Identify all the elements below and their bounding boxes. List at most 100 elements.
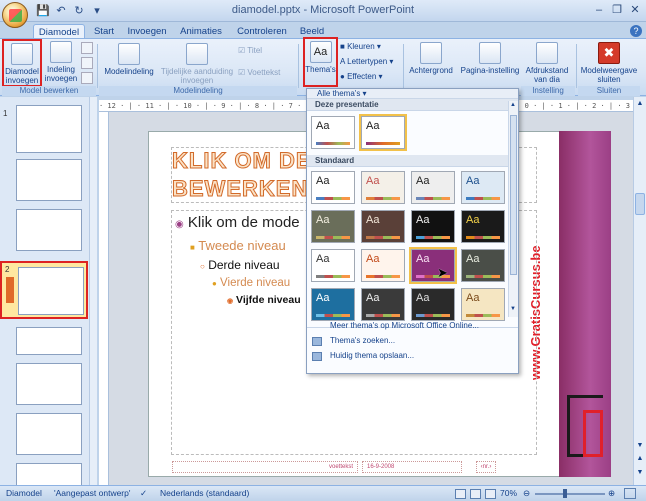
voettekst-checkbox[interactable]: ☑ Voettekst (238, 68, 294, 80)
pagina-instelling-button[interactable]: Pagina-instelling (458, 42, 522, 86)
theme-option[interactable]: Aa (461, 288, 505, 321)
more-themes-online-item[interactable]: Meer thema's op Microsoft Office Online.… (307, 319, 518, 333)
group-label-layout: Modelindeling (99, 86, 297, 96)
theme-option[interactable]: Aa (311, 210, 355, 243)
theme-option[interactable]: Aa (361, 288, 405, 321)
thumbnail-number: 1 (3, 109, 8, 118)
zoom-in-icon[interactable]: ⊕ (608, 486, 615, 501)
thumbnail-layout[interactable] (16, 159, 82, 201)
slide-thumbnail-pane: 1 2 (0, 97, 97, 485)
lettertypen-button[interactable]: A Lettertypen ▾ (340, 57, 400, 68)
theme-option[interactable]: Aa (361, 249, 405, 282)
theme-option[interactable]: Aa (411, 288, 455, 321)
section-standard: Standaard (307, 155, 518, 167)
close-icon[interactable]: ✕ (626, 3, 644, 18)
theme-option[interactable]: Aa (461, 249, 505, 282)
thumbnail-layout[interactable] (16, 463, 82, 485)
theme-aa-icon: Aa (309, 41, 332, 63)
theme-option[interactable]: Aa (311, 171, 355, 204)
theme-current-selected[interactable]: Aa (359, 114, 407, 151)
delete-icon[interactable] (81, 42, 93, 54)
slide-number-placeholder[interactable]: ‹nr.› (476, 461, 496, 473)
scroll-up-icon[interactable]: ▲ (510, 102, 517, 110)
restore-icon[interactable]: ❐ (608, 3, 626, 18)
thumbnail-scrollbar[interactable] (89, 97, 97, 485)
thumbnail-selected[interactable]: 2 (0, 261, 88, 319)
tab-controleren[interactable]: Controleren (232, 24, 292, 39)
themas-button[interactable]: Aa Thema's (303, 37, 338, 87)
insert-layout-icon (50, 41, 72, 63)
zoom-out-icon[interactable]: ⊖ (523, 486, 530, 501)
kleuren-button[interactable]: ■ Kleuren ▾ (340, 42, 400, 53)
minimize-icon[interactable]: – (590, 3, 608, 18)
afdrukstand-button[interactable]: Afdrukstand van dia (522, 42, 572, 86)
theme-current[interactable]: Aa (311, 116, 355, 149)
theme-option[interactable]: Aa (311, 288, 355, 321)
section-this-presentation: Deze presentatie (307, 99, 518, 111)
vertical-scrollbar[interactable]: ▲ ▼ ▲ ▼ (633, 97, 646, 485)
theme-option[interactable]: Aa (311, 249, 355, 282)
scroll-up-icon[interactable]: ▲ (635, 100, 645, 110)
indeling-invoegen-button[interactable]: Indeling invoegen (44, 41, 78, 87)
theme-option[interactable]: Aa (461, 171, 505, 204)
thumbnail-layout[interactable] (16, 363, 82, 405)
thumbnail-layout[interactable] (16, 327, 82, 355)
theme-option[interactable]: Aa (411, 171, 455, 204)
group-label-close: Sluiten (578, 86, 640, 96)
scroll-down-icon[interactable]: ▼ (635, 442, 645, 452)
window-title: diamodel.pptx - Microsoft PowerPoint (231, 4, 415, 16)
scroll-down-icon[interactable]: ▼ (510, 306, 517, 314)
theme-option[interactable]: Aa (361, 210, 405, 243)
placeholder-icon (186, 43, 208, 65)
zoom-slider-thumb[interactable] (563, 489, 567, 498)
thumbnail-slide-master[interactable] (16, 105, 82, 153)
rename-icon[interactable] (81, 57, 93, 69)
previous-slide-icon[interactable]: ▲ (635, 455, 645, 465)
slideshow-icon[interactable] (485, 489, 496, 499)
next-slide-icon[interactable]: ▼ (635, 469, 645, 479)
spellcheck-icon[interactable]: ✓ (140, 486, 147, 501)
theme-option[interactable]: Aa (361, 171, 405, 204)
office-logo-icon (9, 9, 22, 22)
gallery-filter[interactable]: Alle thema's ▾ (307, 89, 518, 99)
sorter-view-icon[interactable] (470, 489, 481, 499)
current-themes: Aa Aa (307, 111, 518, 155)
orientation-icon (536, 42, 558, 64)
diamodel-invoegen-button[interactable]: Diamodel invoegen (2, 39, 42, 87)
divider (576, 44, 577, 88)
fit-slide-icon[interactable] (624, 488, 636, 499)
gallery-scroll-thumb[interactable] (510, 115, 517, 275)
gallery-scrollbar[interactable]: ▲ ▼ (508, 101, 518, 317)
modelindeling-button[interactable]: Modelindeling (102, 43, 156, 85)
achtergrond-button[interactable]: Achtergrond (406, 42, 456, 86)
theme-option[interactable]: Aa (461, 210, 505, 243)
theme-option[interactable]: Aa (411, 210, 455, 243)
thumbnail-layout[interactable] (16, 209, 82, 251)
modelweergave-sluiten-button[interactable]: ✖ Modelweergave sluiten (578, 42, 640, 86)
tab-diamodel[interactable]: Diamodel (33, 24, 85, 39)
office-button[interactable] (2, 2, 28, 28)
zoom-level[interactable]: 70% (500, 486, 517, 501)
browse-themes-item[interactable]: Thema's zoeken... (307, 334, 518, 348)
normal-view-icon[interactable] (455, 489, 466, 499)
background-icon (420, 42, 442, 64)
footer-placeholder[interactable]: voettekst (172, 461, 358, 473)
thumbnail-layout (18, 267, 84, 315)
preserve-icon[interactable] (81, 72, 93, 84)
bullet-level-3: ○ Derde niveau (200, 258, 280, 272)
slide-title: KLIK OM DE BEWERKEN (171, 148, 312, 202)
tab-animaties[interactable]: Animaties (175, 24, 227, 39)
help-icon[interactable]: ? (630, 25, 642, 37)
titel-checkbox[interactable]: ☑ Titel (238, 46, 294, 58)
bullet-level-2: ■ Tweede niveau (190, 238, 286, 253)
tijdelijke-aanduiding-button[interactable]: Tijdelijke aanduiding invoegen (158, 43, 236, 85)
thumbnail-layout[interactable] (16, 413, 82, 455)
save-theme-item[interactable]: Huidig thema opslaan... (307, 349, 518, 363)
date-placeholder[interactable]: 16-9-2008 (362, 461, 462, 473)
effecten-button[interactable]: ● Effecten ▾ (340, 72, 400, 83)
zoom-slider[interactable] (535, 493, 605, 495)
tab-start[interactable]: Start (88, 24, 120, 39)
tab-invoegen[interactable]: Invoegen (124, 24, 170, 39)
status-language[interactable]: Nederlands (standaard) (160, 486, 249, 501)
scroll-thumb[interactable] (635, 193, 645, 215)
